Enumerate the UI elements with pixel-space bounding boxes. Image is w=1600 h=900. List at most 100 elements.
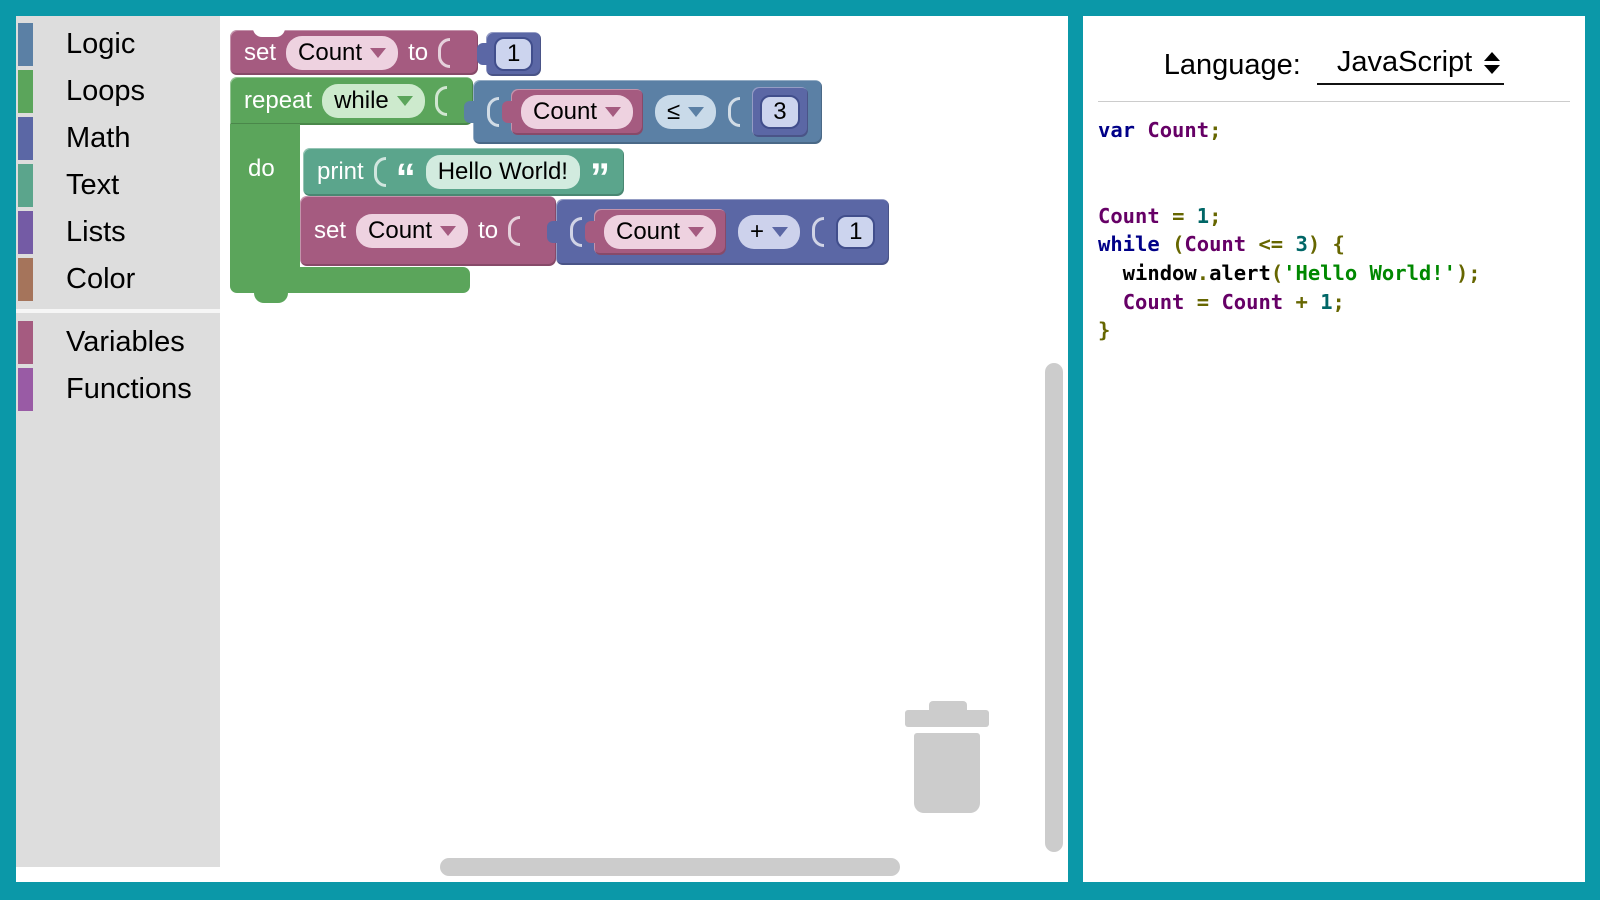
toolbox-category-color[interactable]: Color — [16, 256, 220, 303]
dropdown-arrow-icon — [688, 227, 704, 237]
input-socket-icon — [812, 217, 824, 247]
trash-lid — [905, 710, 989, 727]
repeat-block-bottom[interactable] — [230, 267, 470, 293]
dropdown-arrow-icon — [772, 227, 788, 237]
dropdown-arrow-icon — [370, 48, 386, 58]
category-label: Math — [66, 122, 130, 155]
code-token: 1 — [1197, 204, 1209, 228]
select-spinner-icon — [1484, 52, 1500, 74]
code-token: 1 — [1320, 290, 1332, 314]
category-color-chip — [18, 211, 33, 254]
toolbox-group: Logic Loops Math Text Lists Color — [16, 21, 220, 303]
trash-icon[interactable] — [905, 698, 989, 813]
block-variable-count[interactable]: Count — [594, 209, 726, 255]
code-token — [1184, 290, 1196, 314]
horizontal-scrollbar[interactable] — [440, 858, 900, 876]
code-token: ); — [1456, 261, 1481, 285]
number-field[interactable]: 3 — [760, 95, 799, 129]
mode-dropdown[interactable]: while — [322, 84, 425, 118]
operator-dropdown[interactable]: ≤ — [655, 95, 716, 129]
open-quote-icon: “ — [396, 168, 416, 188]
code-token — [1283, 290, 1295, 314]
code-token: var — [1098, 118, 1135, 142]
to-label: to — [408, 39, 428, 67]
code-token: 'Hello World!' — [1283, 261, 1456, 285]
code-token — [1184, 204, 1196, 228]
dropdown-arrow-icon — [440, 226, 456, 236]
code-token: ; — [1333, 290, 1345, 314]
mode-dropdown-value: while — [334, 87, 389, 115]
to-label: to — [478, 217, 498, 245]
block-set-count-increment[interactable]: set Count to — [300, 196, 556, 266]
block-variable-count[interactable]: Count — [511, 89, 643, 135]
code-token — [1135, 118, 1147, 142]
toolbox-group: Variables Functions — [16, 309, 220, 413]
number-field[interactable]: 1 — [836, 215, 875, 249]
category-label: Text — [66, 169, 119, 202]
code-token: Count — [1123, 290, 1185, 314]
block-number-1[interactable]: 1 — [486, 32, 541, 76]
block-top-notch — [253, 28, 285, 37]
trash-body — [914, 733, 980, 813]
code-token: Count — [1147, 118, 1209, 142]
connector-tab — [477, 43, 487, 65]
text-field[interactable]: Hello World! — [426, 155, 580, 189]
next-connector-bump — [254, 292, 288, 303]
input-socket-icon — [438, 38, 450, 68]
toolbox-category-loops[interactable]: Loops — [16, 68, 220, 115]
variable-dropdown-value: Count — [298, 39, 362, 67]
block-print[interactable]: print “ Hello World! ” — [303, 148, 624, 196]
operator-dropdown-value: + — [750, 218, 764, 246]
code-panel: Language: JavaScript var Count; Count = … — [1083, 16, 1585, 882]
workspace-canvas[interactable]: set Count to 1 repeat while — [220, 16, 1068, 882]
set-label: set — [244, 39, 276, 67]
variable-dropdown[interactable]: Count — [286, 36, 398, 70]
dropdown-arrow-icon — [397, 96, 413, 106]
variable-dropdown[interactable]: Count — [521, 95, 633, 129]
code-token — [1308, 290, 1320, 314]
toolbox-category-variables[interactable]: Variables — [16, 319, 220, 366]
category-label: Logic — [66, 28, 135, 61]
toolbox-category-lists[interactable]: Lists — [16, 209, 220, 256]
code-token: 3 — [1296, 232, 1308, 256]
category-color-chip — [18, 368, 33, 411]
code-token: ( — [1271, 261, 1283, 285]
connector-tab — [585, 221, 595, 243]
toolbox-category-functions[interactable]: Functions — [16, 366, 220, 413]
category-color-chip — [18, 117, 33, 160]
toolbox: Logic Loops Math Text Lists Color Variables Fun… — [16, 16, 220, 867]
variable-dropdown[interactable]: Count — [356, 214, 468, 248]
variable-dropdown-value: Count — [533, 98, 597, 126]
connector-tab — [502, 101, 512, 123]
toolbox-category-math[interactable]: Math — [16, 115, 220, 162]
code-token: ) { — [1308, 232, 1345, 256]
code-token: alert — [1209, 261, 1271, 285]
category-label: Variables — [66, 326, 185, 359]
block-repeat-while[interactable]: repeat while — [230, 77, 473, 125]
input-socket-icon — [570, 217, 582, 247]
number-field[interactable]: 1 — [494, 37, 533, 71]
variable-dropdown-value: Count — [368, 217, 432, 245]
block-arithmetic[interactable]: Count + 1 — [556, 199, 889, 265]
code-token — [1246, 232, 1258, 256]
code-line: var Count; — [1098, 116, 1585, 145]
code-token: ; — [1209, 118, 1221, 142]
category-label: Color — [66, 263, 135, 296]
code-line: window.alert('Hello World!'); — [1098, 259, 1585, 288]
repeat-block-wall[interactable] — [230, 124, 300, 268]
input-socket-icon — [728, 97, 740, 127]
operator-dropdown[interactable]: + — [738, 215, 800, 249]
language-select[interactable]: JavaScript — [1317, 46, 1504, 85]
toolbox-category-logic[interactable]: Logic — [16, 21, 220, 68]
toolbox-category-text[interactable]: Text — [16, 162, 220, 209]
dropdown-arrow-icon — [688, 107, 704, 117]
block-number-3[interactable]: 3 — [752, 87, 807, 137]
repeat-label: repeat — [244, 87, 312, 115]
code-token — [1098, 290, 1123, 314]
block-compare[interactable]: Count ≤ 3 — [473, 80, 822, 144]
variable-dropdown[interactable]: Count — [604, 215, 716, 249]
blockly-panel: Logic Loops Math Text Lists Color Variables Fun… — [16, 16, 1068, 882]
vertical-scrollbar[interactable] — [1045, 363, 1063, 852]
category-color-chip — [18, 23, 33, 66]
category-color-chip — [18, 70, 33, 113]
